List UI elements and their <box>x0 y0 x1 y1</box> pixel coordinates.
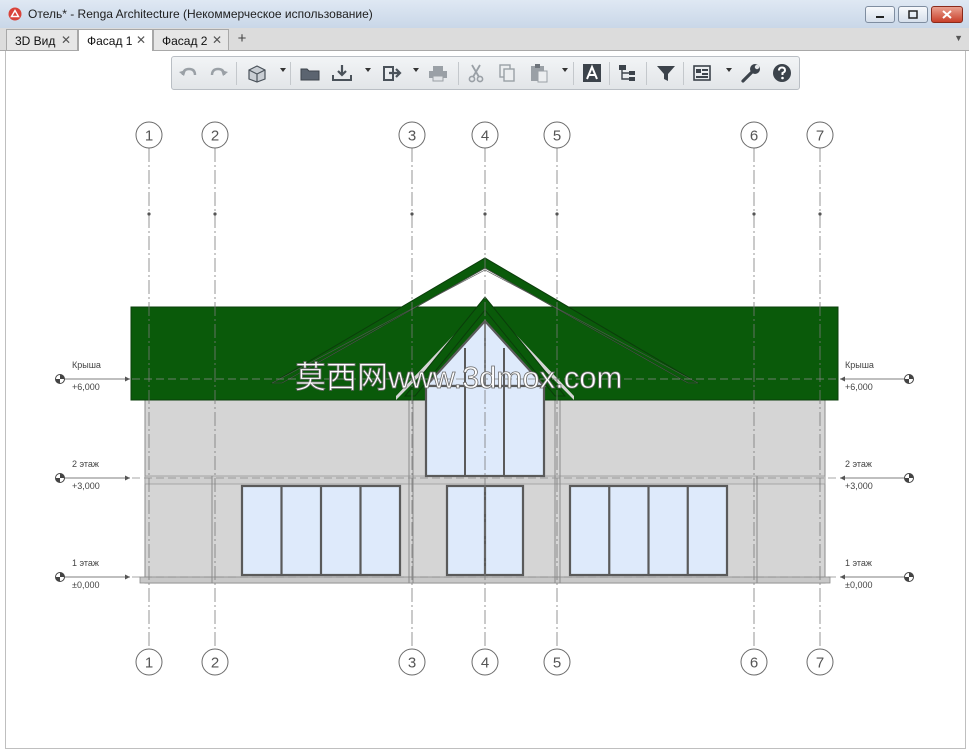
level-name: 2 этаж <box>845 459 872 469</box>
level-arrow <box>840 376 845 382</box>
grid-axis-label: 6 <box>750 655 758 672</box>
toolbar-separator <box>290 62 291 85</box>
grid-axis-label: 2 <box>211 128 219 145</box>
grid-axis-label: 7 <box>816 655 824 672</box>
export-button[interactable] <box>380 62 404 84</box>
layers-button[interactable] <box>616 62 640 84</box>
display-settings-icon <box>693 65 711 81</box>
settings-button[interactable] <box>739 62 763 84</box>
grid-axis-label: 1 <box>145 128 153 145</box>
copy-button[interactable] <box>495 62 519 84</box>
toolbar-separator <box>573 62 574 85</box>
text-button[interactable] <box>580 62 604 84</box>
undo-button[interactable] <box>177 62 201 84</box>
paste-dropdown-arrow[interactable] <box>562 68 568 72</box>
level-mark: ±0,000 <box>72 580 99 590</box>
level-name: 2 этаж <box>72 459 99 469</box>
level-name: 1 этаж <box>72 558 99 568</box>
help-icon <box>773 64 791 82</box>
redo-button[interactable] <box>206 62 230 84</box>
grid-axis-label: 6 <box>750 128 758 145</box>
display-settings-button[interactable] <box>691 62 715 84</box>
grid-axis-label: 1 <box>145 655 153 672</box>
watermark: 莫西网www.3dmox.com <box>295 360 622 395</box>
undo-icon <box>179 67 197 76</box>
open-button[interactable] <box>298 62 322 84</box>
grid-axis-label: 3 <box>408 655 416 672</box>
export-dropdown-arrow[interactable] <box>413 68 419 72</box>
copy-icon <box>499 64 515 82</box>
print-icon <box>429 66 447 82</box>
axis-point <box>483 212 487 216</box>
axis-point <box>818 212 822 216</box>
import-dropdown-arrow[interactable] <box>365 68 371 72</box>
level-mark: +3,000 <box>845 481 873 491</box>
grid-axis-label: 5 <box>553 128 561 145</box>
view-cube-icon <box>248 65 266 83</box>
layers-icon <box>619 65 635 81</box>
toolbar-separator <box>236 62 237 85</box>
toolbar-separator <box>646 62 647 85</box>
paste-icon <box>531 64 548 83</box>
grid-axis-label: 4 <box>481 655 489 672</box>
export-icon <box>383 66 402 81</box>
level-arrow <box>125 376 130 382</box>
open-folder-icon <box>300 68 320 81</box>
level-mark: +6,000 <box>845 382 873 392</box>
level-name: 1 этаж <box>845 558 872 568</box>
toolbar-separator <box>683 62 684 85</box>
cut-button[interactable] <box>464 62 488 84</box>
level-mark: +3,000 <box>72 481 100 491</box>
axis-point <box>213 212 217 216</box>
paste-button[interactable] <box>527 62 551 84</box>
axis-point <box>410 212 414 216</box>
axis-point <box>752 212 756 216</box>
filter-button[interactable] <box>654 62 678 84</box>
grid-axis-label: 7 <box>816 128 824 145</box>
level-mark: +6,000 <box>72 382 100 392</box>
filter-icon <box>657 66 675 81</box>
grid-axis-label: 5 <box>553 655 561 672</box>
level-name: Крыша <box>845 360 874 370</box>
axis-point <box>147 212 151 216</box>
redo-icon <box>210 67 228 76</box>
level-arrow <box>840 475 845 481</box>
level-arrow <box>840 574 845 580</box>
view-cube-button[interactable] <box>245 62 269 84</box>
wrench-icon <box>741 64 760 83</box>
grid-axis-label: 3 <box>408 128 416 145</box>
cut-icon <box>468 64 484 83</box>
import-button[interactable] <box>330 62 354 84</box>
toolbar-separator <box>609 62 610 85</box>
grid-axis-label: 4 <box>481 128 489 145</box>
display-dropdown-arrow[interactable] <box>726 68 732 72</box>
text-icon <box>583 64 601 82</box>
main-toolbar <box>171 56 800 90</box>
import-icon <box>332 65 352 81</box>
grid-axis-label: 2 <box>211 655 219 672</box>
help-button[interactable] <box>770 62 794 84</box>
facade-drawing[interactable]: 1 1 2 2 3 3 4 4 5 5 6 6 7 7 Крыша +6,000 Крыша +6,000 2 э… <box>0 0 969 752</box>
level-arrow <box>125 475 130 481</box>
axis-point <box>555 212 559 216</box>
level-arrow <box>125 574 130 580</box>
toolbar-separator <box>458 62 459 85</box>
level-mark: ±0,000 <box>845 580 872 590</box>
view-dropdown-arrow[interactable] <box>280 68 286 72</box>
print-button[interactable] <box>426 62 450 84</box>
level-name: Крыша <box>72 360 101 370</box>
